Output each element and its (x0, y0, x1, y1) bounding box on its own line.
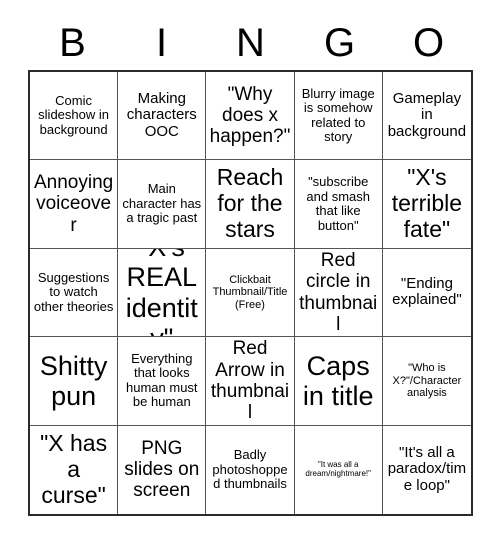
bingo-grid: Comic slideshow in background Making char… (28, 70, 473, 516)
bingo-cell[interactable]: Badly photoshopped thumbnails (206, 425, 295, 514)
bingo-card: B I N G O Comic slideshow in background M… (0, 0, 500, 544)
header-letter-g: G (323, 21, 356, 65)
bingo-cell[interactable]: Reach for the stars (206, 160, 295, 249)
bingo-cell-label: "It was all a dream/nightmare!" (305, 459, 371, 478)
header-letter-b: B (59, 21, 86, 65)
bingo-cell-label: Reach for the stars (216, 164, 284, 242)
bingo-cell[interactable]: "subscribe and smash that like button" (294, 160, 383, 249)
bingo-cell[interactable]: Making characters OOC (118, 72, 207, 161)
bingo-cell[interactable]: Main character has a tragic past (118, 160, 207, 249)
bingo-cell-label: Blurry image is somehow related to story (301, 85, 375, 145)
bingo-cell-label: Everything that looks human must be huma… (126, 350, 198, 410)
header-letter-i: I (155, 21, 168, 65)
header-letter-o: O (412, 21, 445, 65)
bingo-cell[interactable]: Suggestions to watch other theories (30, 248, 119, 338)
bingo-cell-label: "X's terrible fate" (391, 164, 463, 242)
bingo-cell-label: Comic slideshow in background (38, 92, 109, 137)
bingo-cell-label: "X's REAL identity" (125, 249, 198, 336)
bingo-cell[interactable]: "X's terrible fate" (382, 160, 471, 249)
bingo-cell[interactable]: Red circle in thumbnail (294, 248, 383, 338)
bingo-cell-label: Badly photoshopped thumbnails (212, 446, 288, 492)
bingo-cell-label: Annoying voiceover (33, 172, 114, 236)
bingo-cell[interactable]: "X has a curse" (30, 425, 119, 514)
bingo-cell-label: Clickbait Thumbnail/Title (Free) (212, 274, 288, 311)
bingo-cell-label: "Who is X?"/Character analysis (392, 362, 462, 400)
bingo-cell-label: Caps in title (302, 350, 374, 411)
bingo-cell-label: "X has a curse" (40, 430, 108, 508)
bingo-cell-label: Gameplay in background (387, 89, 467, 141)
bingo-cell[interactable]: Comic slideshow in background (30, 72, 119, 161)
bingo-header: B I N G O (28, 16, 473, 70)
bingo-cell[interactable]: "X's REAL identity" (118, 248, 207, 338)
bingo-cell[interactable]: "It was all a dream/nightmare!" (295, 425, 383, 514)
bingo-cell[interactable]: Shitty pun (30, 337, 119, 426)
bingo-cell[interactable]: PNG slides on screen (118, 425, 207, 514)
bingo-cell[interactable]: Caps in title (294, 337, 383, 426)
bingo-cell[interactable]: "Who is X?"/Character analysis (382, 337, 471, 426)
bingo-cell[interactable]: "Ending explained" (382, 249, 471, 338)
header-letter-n: N (236, 21, 265, 65)
bingo-cell-label: Red circle in thumbnail (299, 249, 378, 335)
bingo-cell-label: Red Arrow in thumbnail (210, 338, 290, 424)
bingo-cell[interactable]: Everything that looks human must be huma… (118, 337, 207, 426)
bingo-cell-label: "It's all a paradox/time loop" (387, 443, 467, 495)
bingo-cell-label: PNG slides on screen (124, 437, 200, 502)
bingo-cell-label: Shitty pun (39, 350, 108, 411)
bingo-cell-label: Suggestions to watch other theories (33, 269, 114, 314)
bingo-cell[interactable]: "Why does x happen?" (206, 72, 295, 161)
bingo-cell-label: "subscribe and smash that like button" (306, 174, 370, 233)
bingo-cell-label: "Why does x happen?" (209, 83, 291, 148)
bingo-cell[interactable]: Red Arrow in thumbnail (206, 337, 295, 426)
bingo-cell[interactable]: "It's all a paradox/time loop" (383, 426, 471, 514)
bingo-cell-label: "Ending explained" (392, 274, 462, 309)
bingo-cell[interactable]: Gameplay in background (382, 72, 471, 161)
bingo-cell[interactable]: Annoying voiceover (30, 160, 119, 249)
bingo-cell[interactable]: Blurry image is somehow related to story (294, 72, 383, 161)
bingo-cell-label: Main character has a tragic past (122, 181, 202, 226)
bingo-cell-label: Making characters OOC (126, 89, 197, 141)
bingo-cell[interactable]: Clickbait Thumbnail/Title (Free) (206, 248, 295, 338)
